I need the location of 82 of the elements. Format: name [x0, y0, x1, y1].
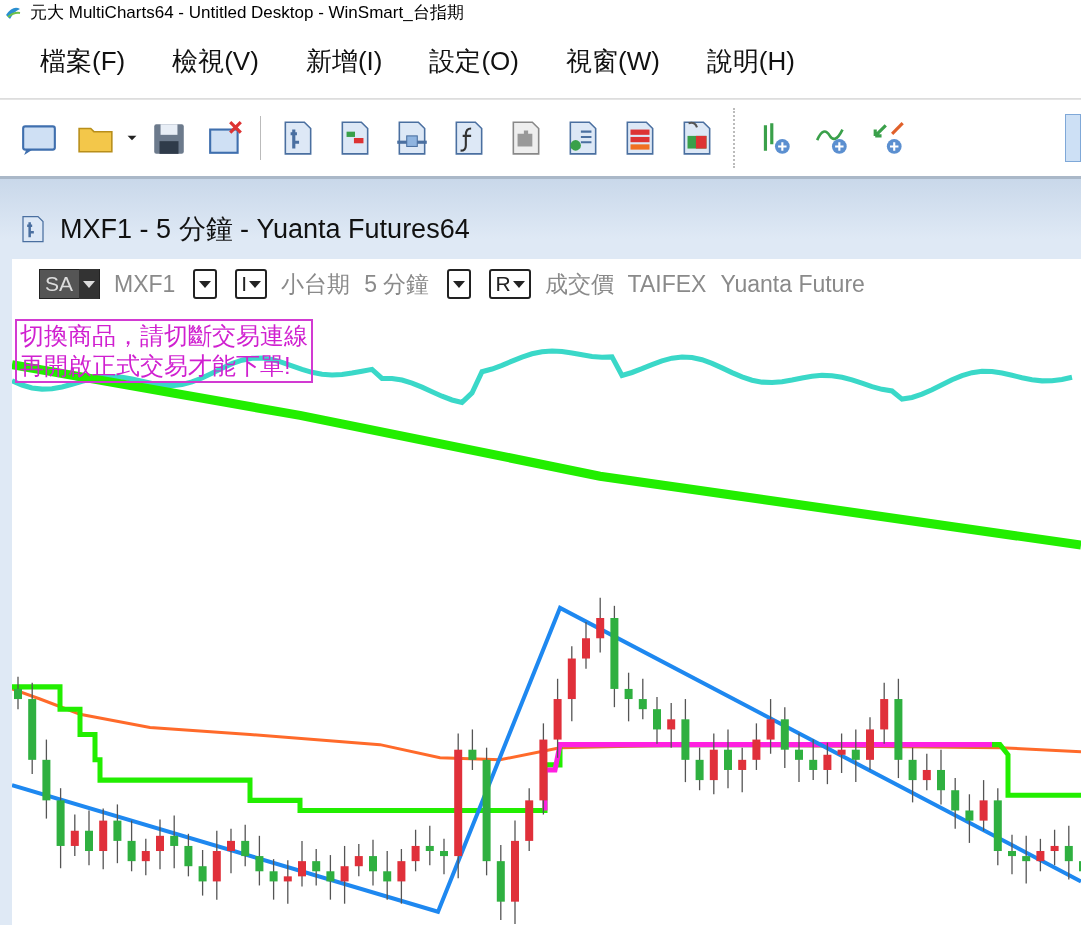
- menu-item[interactable]: 設定(O): [415, 43, 533, 79]
- candlestick: [780, 706, 789, 769]
- candlestick: [653, 696, 661, 745]
- candlestick: [170, 814, 179, 869]
- candlestick: [937, 749, 945, 806]
- candlestick: [298, 840, 306, 888]
- candlestick: [383, 850, 392, 901]
- candlestick: [1022, 835, 1031, 885]
- chart-window-title: MXF1 - 5 分鐘 - Yuanta Futures64: [60, 213, 470, 246]
- chart-info-text: TAIFEX: [627, 270, 707, 298]
- candlestick: [809, 738, 818, 781]
- candlestick: [724, 728, 732, 789]
- candlestick: [752, 722, 761, 771]
- candlestick: [582, 621, 590, 670]
- candlestick: [1050, 829, 1059, 866]
- candlestick: [212, 830, 221, 901]
- strategy-button[interactable]: SA: [39, 269, 100, 299]
- candlestick: [866, 716, 874, 771]
- chart-info-text: 5 分鐘: [364, 269, 430, 299]
- candlestick: [156, 818, 164, 870]
- candlestick: [269, 858, 278, 901]
- menu-item[interactable]: 視窗(W): [551, 43, 674, 79]
- candlestick: [99, 807, 108, 870]
- chart-info-text: Yuanta Future: [720, 270, 865, 298]
- candlestick: [951, 777, 960, 830]
- candlestick: [227, 828, 235, 874]
- candlestick: [624, 672, 633, 722]
- window-title: 元大 MultiCharts64 - Untitled Desktop - WinSmart_台指期: [30, 1, 464, 24]
- candlestick: [85, 809, 93, 866]
- candlestick: [823, 741, 832, 785]
- candlestick: [354, 843, 363, 877]
- candlestick: [369, 839, 377, 887]
- candlestick: [851, 728, 860, 783]
- candlestick: [525, 787, 534, 852]
- dropdown-button[interactable]: [447, 269, 472, 299]
- candlestick: [113, 803, 122, 864]
- candlestick: [70, 813, 79, 857]
- candlestick: [425, 825, 434, 866]
- candlestick: [709, 732, 718, 795]
- candlestick: [1079, 861, 1081, 872]
- candlestick: [340, 845, 349, 905]
- candlestick: [596, 597, 605, 654]
- candlestick: [184, 833, 193, 877]
- candlestick: [198, 849, 207, 897]
- menu-item[interactable]: 檢視(V): [158, 43, 273, 79]
- candlestick: [979, 779, 988, 832]
- candlestick: [695, 747, 704, 791]
- candlestick: [283, 859, 292, 905]
- candlestick: [922, 753, 931, 791]
- dropdown-button[interactable]: I: [235, 269, 268, 299]
- candlestick: [638, 678, 647, 720]
- dropdown-button[interactable]: [193, 269, 218, 299]
- menu-item[interactable]: 說明(H): [692, 43, 809, 79]
- chart-info-text: 小台期: [281, 269, 351, 299]
- candlestick: [880, 682, 889, 745]
- menu-item[interactable]: 檔案(F): [26, 43, 140, 79]
- close-window-icon[interactable]: [207, 119, 245, 157]
- chart-info-text: 成交價: [544, 269, 614, 299]
- candlestick: [667, 702, 676, 749]
- candlestick: [255, 835, 264, 887]
- chart-info-text: MXF1: [114, 270, 176, 298]
- candlestick: [397, 848, 406, 905]
- candlestick: [766, 698, 775, 755]
- candlestick: [837, 732, 846, 774]
- candlestick: [795, 732, 803, 783]
- candlestick: [440, 838, 448, 875]
- candlestick: [1036, 838, 1045, 872]
- candlestick: [14, 676, 22, 710]
- candlestick: [141, 838, 150, 876]
- candlestick: [468, 728, 477, 771]
- candlestick: [1008, 834, 1016, 875]
- candlestick: [738, 747, 747, 793]
- candlestick: [312, 848, 321, 887]
- candlestick: [411, 829, 420, 872]
- candlestick: [1064, 825, 1073, 881]
- candlestick: [965, 793, 974, 844]
- candlestick: [908, 747, 917, 804]
- dropdown-button[interactable]: R: [489, 269, 531, 299]
- candlestick: [127, 819, 136, 872]
- menu-item[interactable]: 新增(I): [291, 43, 397, 79]
- candlestick: [326, 854, 335, 901]
- candlestick: [241, 824, 250, 867]
